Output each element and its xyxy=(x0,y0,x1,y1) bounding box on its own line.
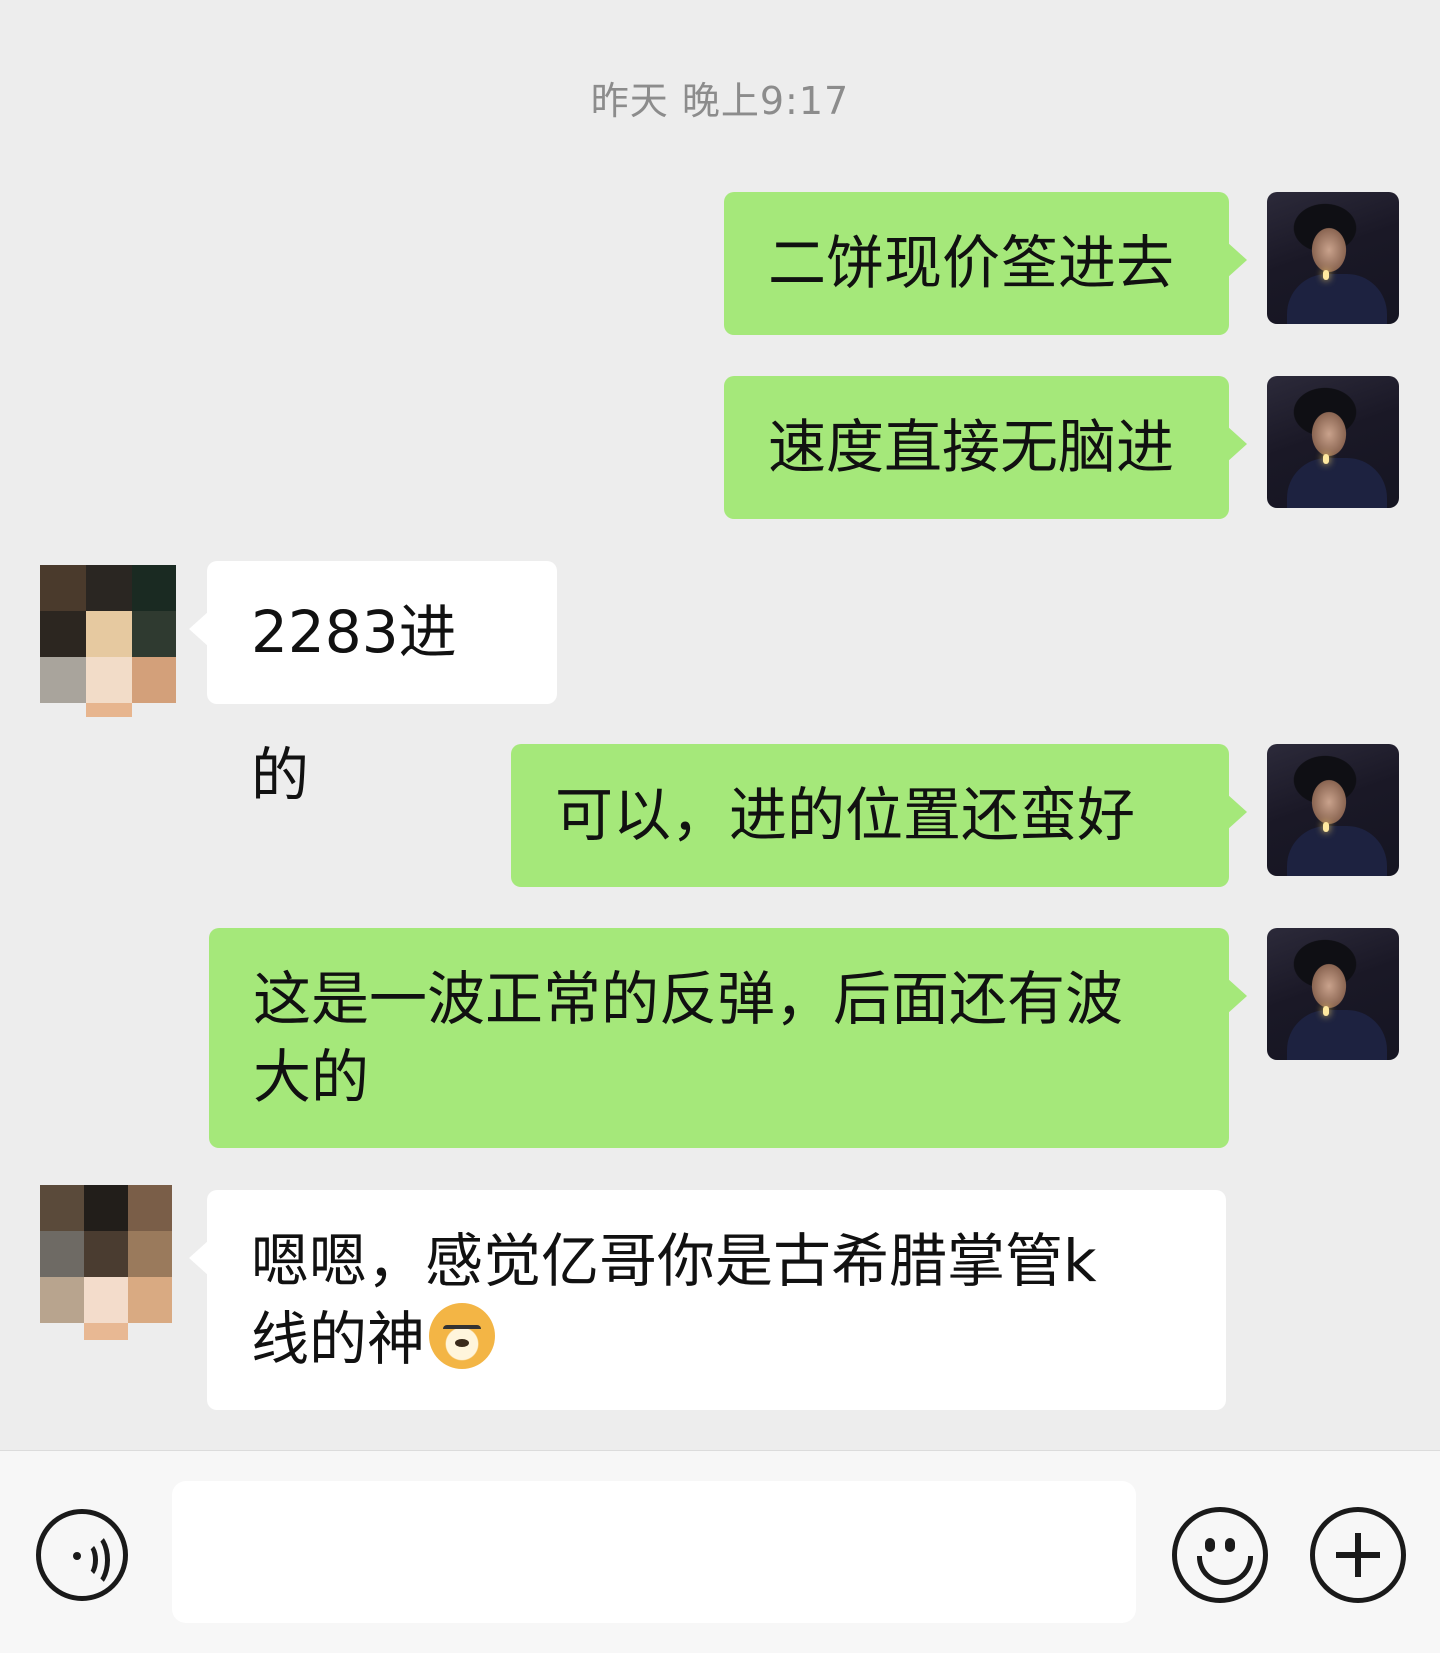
contact-avatar[interactable] xyxy=(40,545,176,717)
voice-wave-icon xyxy=(77,1532,110,1588)
smiley-icon xyxy=(1205,1538,1215,1552)
message-text: 速度直接无脑进 xyxy=(768,413,1175,481)
message-text: 可以，进的位置还蛮好 xyxy=(555,781,1136,849)
message-bubble-received[interactable]: 嗯嗯，感觉亿哥你是古希腊掌管k 线的神 xyxy=(189,1190,1226,1410)
chat-area: 昨天 晚上9:17 二饼现价筌进去 速度直接无脑进 2283进的 可以，进的位置… xyxy=(0,0,1440,1450)
message-text-line: 大的 xyxy=(253,1043,370,1111)
message-text-line: 线的神 xyxy=(251,1300,1182,1378)
contact-avatar[interactable] xyxy=(40,1165,172,1340)
message-text-line: 嗯嗯，感觉亿哥你是古希腊掌管k xyxy=(251,1227,1097,1295)
more-options-button[interactable] xyxy=(1310,1507,1406,1603)
message-bubble-sent[interactable]: 速度直接无脑进 xyxy=(724,376,1247,519)
message-text: 二饼现价筌进去 xyxy=(768,229,1175,297)
message-text-fragment: 线的神 xyxy=(251,1305,426,1373)
message-text-line: 这是一波正常的反弹，后面还有波 xyxy=(253,965,1124,1033)
my-avatar[interactable] xyxy=(1267,744,1399,876)
voice-input-button[interactable] xyxy=(36,1509,128,1601)
my-avatar[interactable] xyxy=(1267,928,1399,1060)
emoji-button[interactable] xyxy=(1172,1507,1268,1603)
input-toolbar xyxy=(0,1450,1440,1653)
message-text: 2283进的 xyxy=(251,598,457,809)
message-input[interactable] xyxy=(172,1481,1136,1623)
message-timestamp: 昨天 晚上9:17 xyxy=(590,79,850,123)
smiley-icon xyxy=(1225,1538,1235,1552)
message-bubble-received[interactable]: 2283进的 xyxy=(189,561,557,809)
smiley-icon xyxy=(1197,1556,1253,1585)
my-avatar[interactable] xyxy=(1267,192,1399,324)
message-bubble-sent[interactable]: 可以，进的位置还蛮好 xyxy=(511,744,1247,887)
my-avatar[interactable] xyxy=(1267,376,1399,508)
message-bubble-sent[interactable]: 二饼现价筌进去 xyxy=(724,192,1247,335)
message-bubble-sent[interactable]: 这是一波正常的反弹，后面还有波 大的 xyxy=(209,928,1247,1148)
doge-emoji-icon xyxy=(429,1303,496,1369)
